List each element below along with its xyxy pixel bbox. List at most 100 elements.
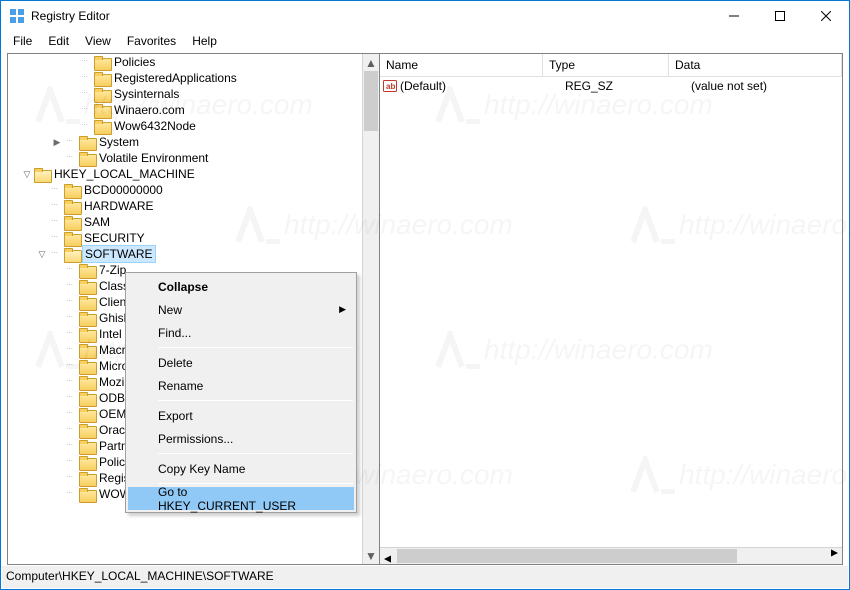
context-menu-item[interactable]: Permissions... (128, 427, 354, 450)
hscroll-thumb[interactable] (397, 549, 737, 563)
expand-toggle[interactable] (50, 295, 64, 309)
tree-label: Winaero.com (113, 102, 186, 118)
values-pane[interactable]: Name Type Data ab (Default) REG_SZ (valu… (380, 54, 842, 564)
scroll-right-icon[interactable]: ▲ (825, 547, 842, 564)
expand-toggle[interactable] (50, 423, 64, 437)
tree-connector: ⋯ (64, 278, 76, 294)
expand-toggle[interactable] (50, 375, 64, 389)
folder-icon (94, 88, 110, 101)
expand-toggle[interactable] (50, 391, 64, 405)
expand-toggle[interactable] (35, 199, 49, 213)
menu-favorites[interactable]: Favorites (119, 33, 184, 49)
folder-icon (79, 472, 95, 485)
close-button[interactable] (803, 1, 849, 31)
tree-label: Macr (98, 342, 127, 358)
tree-item[interactable]: ▶⋯System (8, 134, 362, 150)
expand-toggle[interactable] (50, 311, 64, 325)
expand-toggle[interactable] (65, 87, 79, 101)
context-menu: CollapseNew▶Find... DeleteRename ExportPer… (125, 272, 357, 513)
expand-toggle[interactable] (50, 359, 64, 373)
context-menu-item[interactable]: Delete (128, 351, 354, 374)
folder-icon (64, 232, 80, 245)
tree-label: HARDWARE (83, 198, 155, 214)
tree-label: HKEY_LOCAL_MACHINE (53, 166, 196, 182)
folder-icon (94, 104, 110, 117)
header-type[interactable]: Type (543, 54, 669, 76)
expand-toggle[interactable]: ▶ (50, 135, 64, 149)
menu-help[interactable]: Help (184, 33, 225, 49)
minimize-button[interactable] (711, 1, 757, 31)
scroll-thumb[interactable] (364, 71, 378, 131)
tree-label: SAM (83, 214, 111, 230)
expand-toggle[interactable] (50, 407, 64, 421)
tree-label: Policies (113, 54, 156, 70)
tree-connector: ⋯ (64, 310, 76, 326)
expand-toggle[interactable]: ▽ (35, 247, 49, 261)
tree-item[interactable]: ⋯HARDWARE (8, 198, 362, 214)
expand-toggle[interactable] (35, 231, 49, 245)
list-hscrollbar[interactable]: ▲ ▲ (380, 547, 842, 564)
tree-label: 7-Zip (98, 262, 127, 278)
tree-item[interactable]: ⋯Winaero.com (8, 102, 362, 118)
menu-separator (158, 347, 353, 348)
expand-toggle[interactable] (50, 151, 64, 165)
header-name[interactable]: Name (380, 54, 543, 76)
context-menu-item[interactable]: Collapse (128, 275, 354, 298)
expand-toggle[interactable] (50, 439, 64, 453)
expand-toggle[interactable] (50, 279, 64, 293)
tree-connector: ⋯ (64, 374, 76, 390)
expand-toggle[interactable] (50, 263, 64, 277)
context-menu-item[interactable]: Rename (128, 374, 354, 397)
context-menu-item[interactable]: New▶ (128, 298, 354, 321)
tree-connector: ⋯ (64, 358, 76, 374)
tree-item[interactable]: ⋯SAM (8, 214, 362, 230)
folder-icon (64, 248, 80, 261)
expand-toggle[interactable] (35, 183, 49, 197)
menu-edit[interactable]: Edit (40, 33, 77, 49)
maximize-button[interactable] (757, 1, 803, 31)
expand-toggle[interactable] (50, 471, 64, 485)
folder-icon (79, 360, 95, 373)
menu-file[interactable]: File (5, 33, 40, 49)
scroll-left-icon[interactable]: ▲ (380, 548, 397, 564)
tree-label: Sysinternals (113, 86, 180, 102)
tree-connector: ⋯ (64, 486, 76, 502)
menu-separator (158, 453, 353, 454)
tree-connector: ⋯ (64, 326, 76, 342)
tree-label: Mozi (98, 374, 125, 390)
context-menu-item[interactable]: Copy Key Name (128, 457, 354, 480)
context-menu-item[interactable]: Go to HKEY_CURRENT_USER (128, 487, 354, 510)
expand-toggle[interactable] (35, 215, 49, 229)
expand-toggle[interactable] (50, 327, 64, 341)
menu-view[interactable]: View (77, 33, 119, 49)
tree-item[interactable]: ⋯Sysinternals (8, 86, 362, 102)
tree-item[interactable]: ⋯RegisteredApplications (8, 70, 362, 86)
expand-toggle[interactable] (50, 455, 64, 469)
tree-item[interactable]: ⋯Policies (8, 54, 362, 70)
header-data[interactable]: Data (669, 54, 842, 76)
tree-item[interactable]: ⋯BCD00000000 (8, 182, 362, 198)
tree-item[interactable]: ⋯Wow6432Node (8, 118, 362, 134)
tree-label: BCD00000000 (83, 182, 164, 198)
folder-icon (79, 488, 95, 501)
expand-toggle[interactable] (50, 343, 64, 357)
list-item[interactable]: ab (Default) REG_SZ (value not set) (380, 77, 842, 94)
expand-toggle[interactable] (65, 55, 79, 69)
folder-icon (94, 56, 110, 69)
scroll-down-icon[interactable]: ▼ (363, 547, 379, 564)
context-menu-item[interactable]: Find... (128, 321, 354, 344)
context-menu-item[interactable]: Export (128, 404, 354, 427)
scroll-up-icon[interactable]: ▲ (363, 54, 379, 71)
expand-toggle[interactable] (65, 103, 79, 117)
tree-item[interactable]: ▽⋯SOFTWARE (8, 246, 362, 262)
svg-text:ab: ab (386, 82, 395, 91)
menu-separator (158, 400, 353, 401)
tree-item[interactable]: ▽ HKEY_LOCAL_MACHINE (8, 166, 362, 182)
tree-item[interactable]: ⋯SECURITY (8, 230, 362, 246)
expand-toggle[interactable] (65, 119, 79, 133)
expand-toggle[interactable] (65, 71, 79, 85)
tree-scrollbar[interactable]: ▲ ▼ (362, 54, 379, 564)
expand-toggle[interactable]: ▽ (20, 167, 34, 181)
expand-toggle[interactable] (50, 487, 64, 501)
tree-item[interactable]: ⋯Volatile Environment (8, 150, 362, 166)
